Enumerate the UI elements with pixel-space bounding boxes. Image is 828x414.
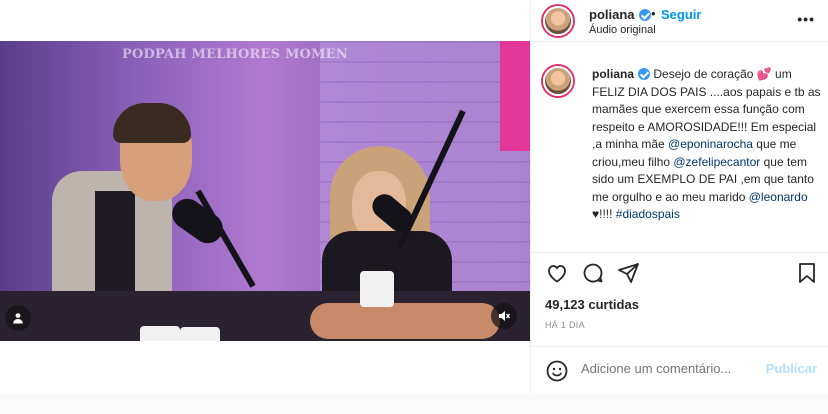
post-header: poliana • Seguir Áudio original ••• (531, 0, 828, 42)
caption-avatar[interactable] (543, 66, 573, 96)
post-sidebar: poliana • Seguir Áudio original ••• poli… (530, 0, 828, 394)
video-player[interactable]: PODPAH MELHORES MOMEN (0, 41, 530, 341)
audio-link[interactable]: Áudio original (589, 24, 656, 36)
post-card: PODPAH MELHORES MOMEN poliana • Seguir Á… (0, 0, 828, 394)
video-scene-cup (180, 327, 220, 341)
video-scene-mic (166, 192, 229, 250)
publish-button[interactable]: Publicar (766, 361, 817, 376)
comment-icon[interactable] (581, 261, 605, 285)
video-scene-cup (140, 326, 180, 341)
video-watermark: PODPAH MELHORES MOMEN (122, 47, 348, 62)
avatar[interactable] (543, 6, 573, 36)
user-icon (13, 313, 23, 324)
speaker-muted-icon (499, 311, 511, 321)
likes-count[interactable]: 49,123 curtidas (545, 297, 639, 312)
mention-link[interactable]: @leonardo (749, 190, 808, 204)
caption-username[interactable]: poliana (592, 67, 634, 81)
author-username-label[interactable]: poliana (589, 7, 635, 22)
emoji-icon[interactable] (545, 359, 569, 383)
mention-link[interactable]: @zefelipecantor (673, 155, 760, 169)
caption-text-part: ♥!!!! (592, 207, 616, 221)
comment-bar: Publicar (531, 346, 828, 394)
page: PODPAH MELHORES MOMEN poliana • Seguir Á… (0, 0, 828, 414)
video-scene-mug (360, 271, 394, 307)
verified-badge-icon (638, 68, 651, 80)
video-scene-food (310, 303, 500, 339)
bookmark-icon[interactable] (795, 261, 819, 285)
hashtag-link[interactable]: #diadospais (616, 207, 680, 221)
mention-link[interactable]: @eponinarocha (668, 137, 753, 151)
action-bar (531, 252, 828, 292)
verified-badge-icon (638, 9, 651, 21)
more-options-icon[interactable]: ••• (797, 11, 815, 27)
video-scene-man-hair (113, 103, 191, 143)
follow-button[interactable]: Seguir (661, 7, 701, 22)
video-scene-light (500, 41, 530, 151)
post-media: PODPAH MELHORES MOMEN (0, 0, 530, 394)
tagged-users-button[interactable] (5, 305, 31, 331)
header-separator: • (651, 6, 656, 21)
share-icon[interactable] (617, 261, 641, 285)
author-username[interactable]: poliana (589, 7, 651, 22)
mute-button[interactable] (491, 303, 517, 329)
heart-icon[interactable] (545, 261, 569, 285)
comment-input[interactable] (581, 361, 761, 376)
post-timestamp[interactable]: HÁ 1 DIA (545, 320, 585, 330)
caption-text: poliana Desejo de coração 💕 um FELIZ DIA… (592, 66, 822, 224)
